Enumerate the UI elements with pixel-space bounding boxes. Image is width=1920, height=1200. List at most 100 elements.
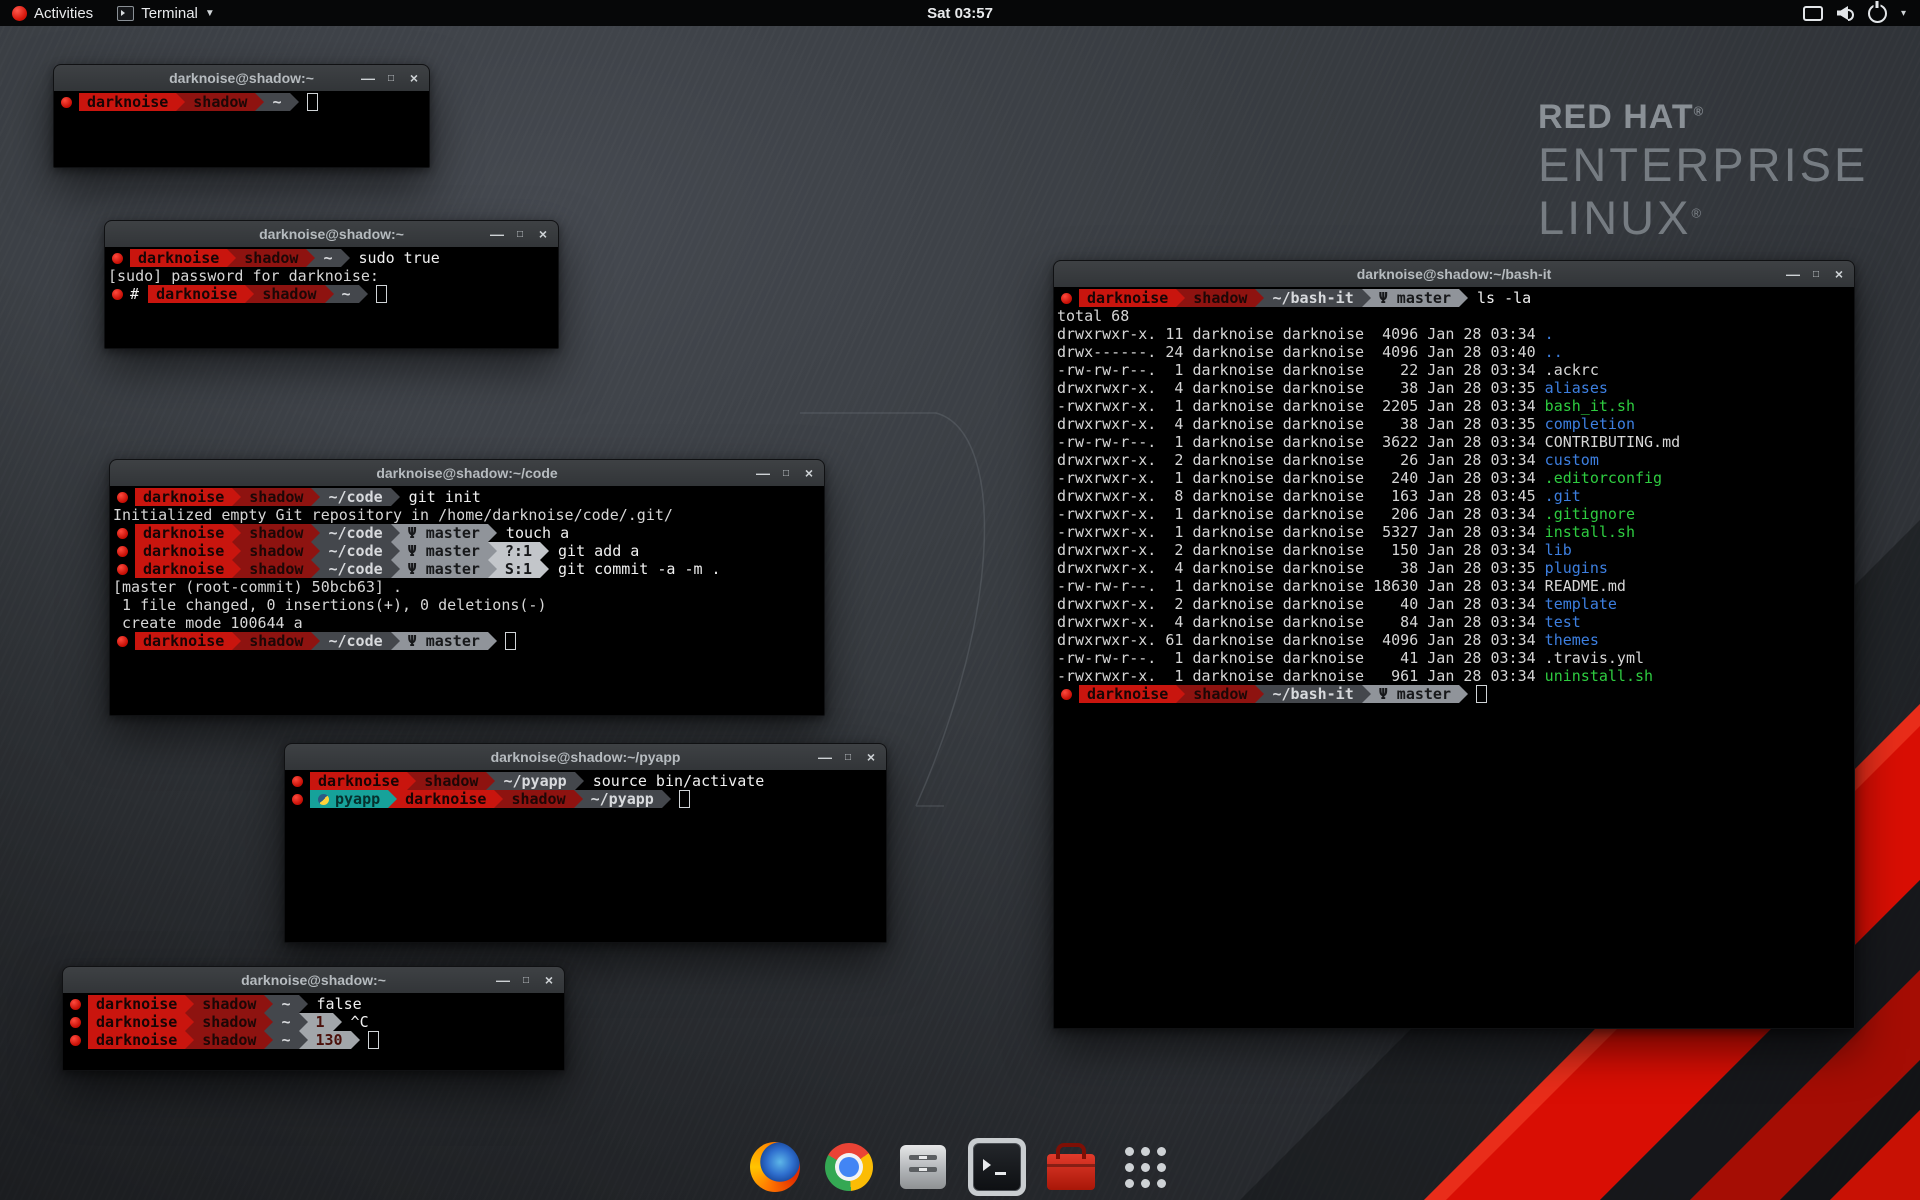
terminal-line: drwx------. 24 darknoise darknoise 4096 …	[1057, 343, 1854, 361]
prompt-distro-icon	[1061, 293, 1072, 304]
minimize-button[interactable]: —	[754, 464, 772, 482]
powerline-arrow-icon	[574, 790, 583, 808]
close-button[interactable]: ×	[405, 69, 423, 87]
terminal-line: -rwxrwxr-x. 1 darknoise darknoise 2205 J…	[1057, 397, 1854, 415]
terminal-cursor	[368, 1031, 379, 1049]
terminal-text: -rwxrwxr-x. 1 darknoise darknoise 2205 J…	[1057, 397, 1545, 415]
terminal-text: -rw-rw-r--. 1 darknoise darknoise 18630 …	[1057, 577, 1545, 595]
maximize-button[interactable]: □	[517, 971, 535, 989]
activities-button[interactable]: Activities	[0, 0, 105, 26]
terminal-content[interactable]: darknoiseshadow~	[54, 91, 429, 167]
prompt-segment: darknoise	[135, 488, 232, 506]
terminal-line: darknoiseshadow~130	[66, 1031, 564, 1049]
close-button[interactable]: ×	[800, 464, 818, 482]
window-titlebar[interactable]: darknoise@shadow:~/pyapp — □ ×	[285, 744, 886, 771]
terminal-text: aliases	[1545, 379, 1608, 397]
terminal-window-pyapp[interactable]: darknoise@shadow:~/pyapp — □ × darknoise…	[284, 743, 887, 943]
prompt-segment: ~/code	[320, 542, 390, 560]
dock-item-toolbox[interactable]	[1042, 1138, 1100, 1196]
terminal-line: [master (root-commit) 50bcb63] .	[113, 578, 824, 596]
terminal-text: .git	[1545, 487, 1581, 505]
system-status-area[interactable]: ▾	[1803, 0, 1920, 26]
terminal-window-bashit[interactable]: darknoise@shadow:~/bash-it — □ × darknoi…	[1053, 260, 1855, 1029]
terminal-window-home-1[interactable]: darknoise@shadow:~ — □ × darknoiseshadow…	[53, 64, 430, 168]
terminal-text: false	[308, 995, 362, 1013]
powerline-arrow-icon	[333, 1013, 342, 1031]
prompt-segment: ~	[315, 249, 340, 267]
dock-item-chrome[interactable]	[820, 1138, 878, 1196]
terminal-window-sudo[interactable]: darknoise@shadow:~ — □ × darknoiseshadow…	[104, 220, 559, 349]
window-titlebar[interactable]: darknoise@shadow:~/bash-it — □ ×	[1054, 261, 1854, 288]
terminal-line: drwxrwxr-x. 2 darknoise darknoise 150 Ja…	[1057, 541, 1854, 559]
terminal-content[interactable]: darknoiseshadow~ sudo true[sudo] passwor…	[105, 247, 558, 348]
prompt-segment: ~/bash-it	[1264, 685, 1361, 703]
prompt-segment: Ψ master	[400, 542, 488, 560]
prompt-segment: darknoise	[88, 1013, 185, 1031]
terminal-text: drwxrwxr-x. 4 darknoise darknoise 38 Jan…	[1057, 559, 1545, 577]
minimize-button[interactable]: —	[488, 225, 506, 243]
dock-item-app-grid[interactable]	[1116, 1138, 1174, 1196]
terminal-text: -rw-rw-r--. 1 darknoise darknoise 3622 J…	[1057, 433, 1545, 451]
maximize-button[interactable]: □	[1807, 265, 1825, 283]
minimize-button[interactable]: —	[359, 69, 377, 87]
terminal-text: [sudo] password for darknoise:	[108, 267, 388, 285]
python-icon	[318, 794, 329, 805]
terminal-icon	[973, 1143, 1021, 1191]
dock	[746, 1138, 1174, 1196]
terminal-line: create mode 100644 a	[113, 614, 824, 632]
prompt-distro-icon	[117, 528, 128, 539]
dock-item-firefox[interactable]	[746, 1138, 804, 1196]
terminal-content[interactable]: darknoiseshadow~/code git initInitialize…	[110, 486, 824, 715]
window-titlebar[interactable]: darknoise@shadow:~/code — □ ×	[110, 460, 824, 487]
terminal-window-code[interactable]: darknoise@shadow:~/code — □ × darknoises…	[109, 459, 825, 716]
powerline-arrow-icon	[232, 542, 241, 560]
minimize-button[interactable]: —	[816, 748, 834, 766]
terminal-text: template	[1545, 595, 1617, 613]
prompt-distro-icon	[112, 289, 123, 300]
terminal-window-exitcodes[interactable]: darknoise@shadow:~ — □ × darknoiseshadow…	[62, 966, 565, 1071]
prompt-segment: shadow	[1185, 685, 1255, 703]
terminal-content[interactable]: darknoiseshadow~ falsedarknoiseshadow~1 …	[63, 993, 564, 1070]
terminal-content[interactable]: darknoiseshadow~/bash-itΨ master ls -la t…	[1054, 287, 1854, 1028]
prompt-segment: ~/pyapp	[495, 772, 574, 790]
terminal-line: # darknoiseshadow~	[108, 285, 558, 303]
close-button[interactable]: ×	[540, 971, 558, 989]
terminal-line: -rwxrwxr-x. 1 darknoise darknoise 206 Ja…	[1057, 505, 1854, 523]
powerline-arrow-icon	[264, 1013, 273, 1031]
maximize-button[interactable]: □	[777, 464, 795, 482]
close-button[interactable]: ×	[534, 225, 552, 243]
prompt-segment: pyapp	[310, 790, 388, 808]
powerline-arrow-icon	[391, 542, 400, 560]
app-menu-terminal[interactable]: Terminal ▼	[105, 0, 227, 26]
terminal-line: darknoiseshadow~1 ^C	[66, 1013, 564, 1031]
powerline-arrow-icon	[662, 790, 671, 808]
maximize-button[interactable]: □	[511, 225, 529, 243]
clock[interactable]: Sat 03:57	[927, 5, 993, 22]
dock-item-files[interactable]	[894, 1138, 952, 1196]
powerline-arrow-icon	[232, 560, 241, 578]
files-icon	[900, 1145, 946, 1189]
prompt-distro-icon	[117, 546, 128, 557]
dock-item-terminal[interactable]	[968, 1138, 1026, 1196]
powerline-arrow-icon	[540, 560, 549, 578]
maximize-button[interactable]: □	[382, 69, 400, 87]
terminal-text: #	[130, 285, 148, 303]
minimize-button[interactable]: —	[1784, 265, 1802, 283]
powerline-arrow-icon	[185, 1031, 194, 1049]
terminal-line: darknoiseshadow~/bash-itΨ master ls -la	[1057, 289, 1854, 307]
window-titlebar[interactable]: darknoise@shadow:~ — □ ×	[63, 967, 564, 994]
powerline-arrow-icon	[341, 249, 350, 267]
window-titlebar[interactable]: darknoise@shadow:~ — □ ×	[105, 221, 558, 248]
minimize-button[interactable]: —	[494, 971, 512, 989]
close-button[interactable]: ×	[862, 748, 880, 766]
powerline-arrow-icon	[299, 1013, 308, 1031]
powerline-arrow-icon	[311, 542, 320, 560]
power-icon	[1868, 4, 1887, 23]
prompt-segment: shadow	[241, 542, 311, 560]
terminal-content[interactable]: darknoiseshadow~/pyapp source bin/activa…	[285, 770, 886, 942]
powerline-arrow-icon	[391, 524, 400, 542]
window-titlebar[interactable]: darknoise@shadow:~ — □ ×	[54, 65, 429, 92]
terminal-line: darknoiseshadow~/codeΨ master	[113, 632, 824, 650]
close-button[interactable]: ×	[1830, 265, 1848, 283]
maximize-button[interactable]: □	[839, 748, 857, 766]
